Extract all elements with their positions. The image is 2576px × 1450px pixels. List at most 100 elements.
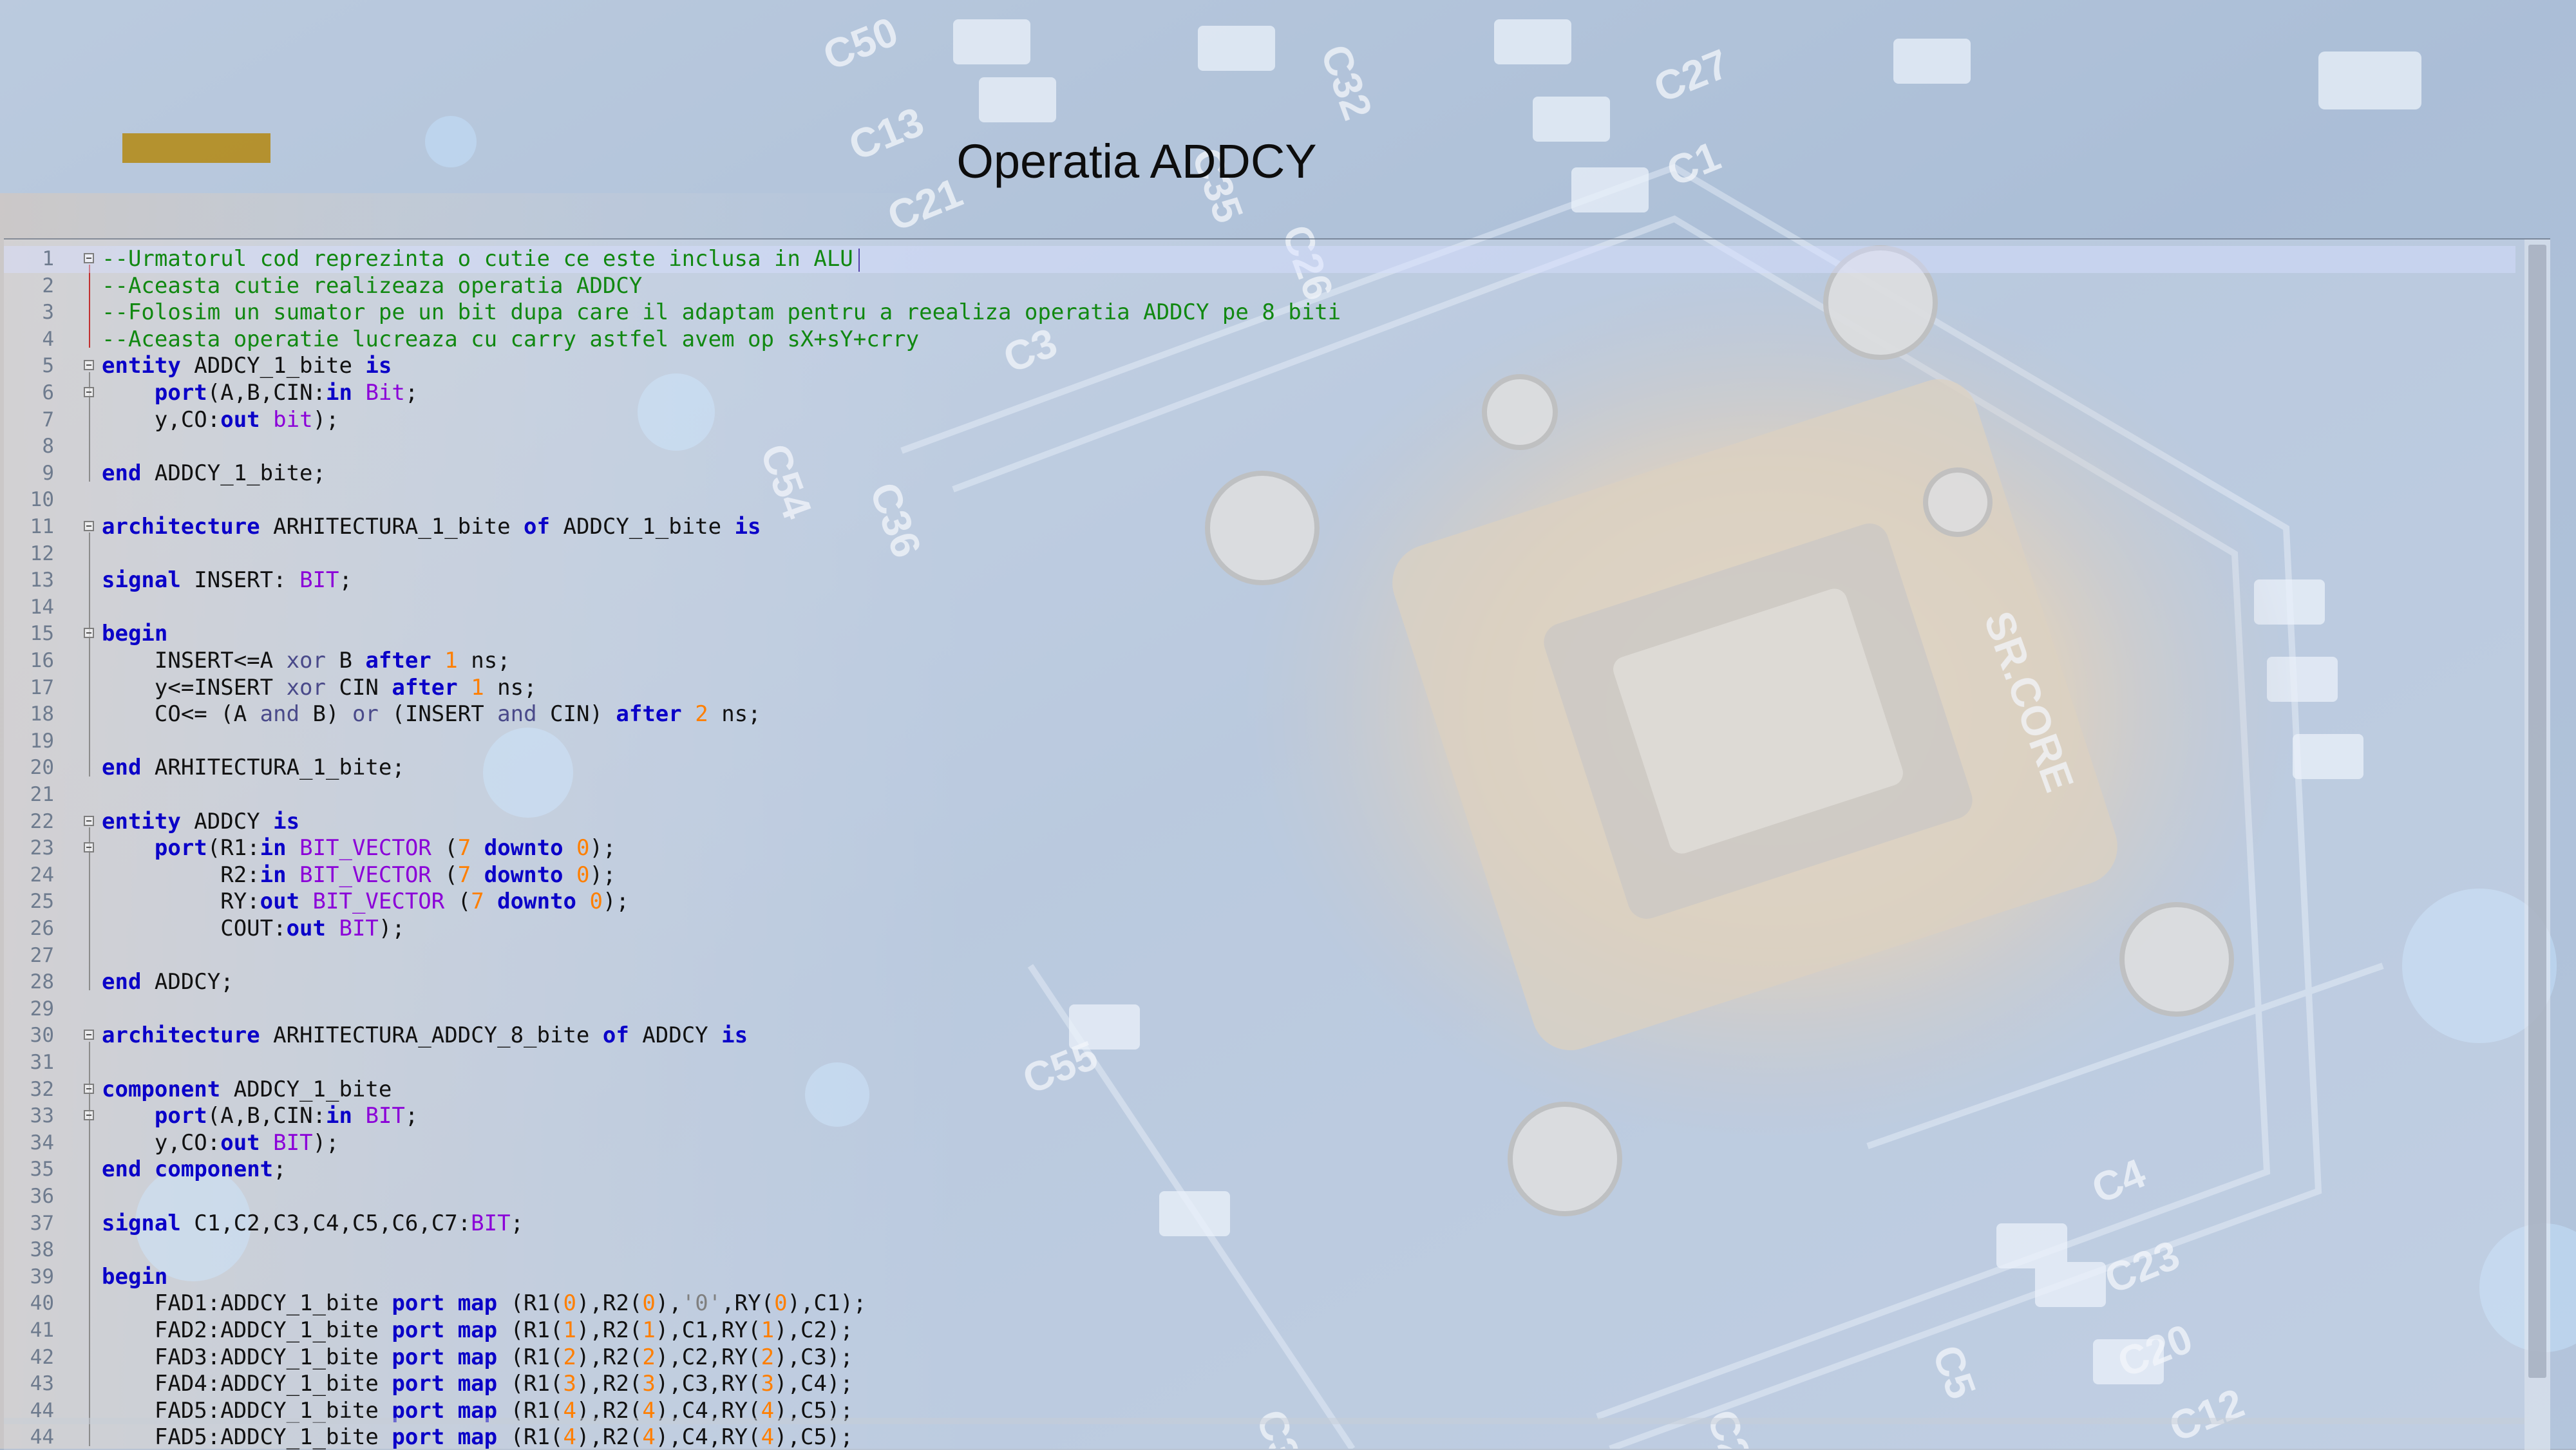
- line-number: 20: [30, 756, 54, 780]
- code-editor[interactable]: 1 --Urmatorul cod reprezinta o cutie ce e…: [4, 238, 2550, 1450]
- code-text: y,CO:out BIT);: [102, 1130, 339, 1157]
- fold-toggle-icon[interactable]: [84, 1110, 94, 1121]
- fold-toggle-icon[interactable]: [84, 628, 94, 639]
- code-line[interactable]: 41 FAD2:ADDCY_1_bite port map (R1(1),R2(…: [4, 1317, 2515, 1344]
- code-token-plain: ADDCY: [180, 808, 274, 834]
- code-line[interactable]: 32 component ADDCY_1_bite: [4, 1077, 2515, 1104]
- code-line[interactable]: 38: [4, 1237, 2515, 1264]
- code-line[interactable]: 3 --Folosim un sumator pe un bit dupa car…: [4, 299, 2515, 326]
- code-line[interactable]: 34 y,CO:out BIT);: [4, 1130, 2515, 1157]
- code-line[interactable]: 14: [4, 594, 2515, 621]
- code-line[interactable]: 1 --Urmatorul cod reprezinta o cutie ce e…: [4, 246, 2515, 273]
- code-token-plain: ),C3,RY(: [655, 1371, 761, 1397]
- code-token-plain: ),C4,RY(: [655, 1424, 761, 1450]
- code-token-plain: ),C1);: [787, 1290, 867, 1317]
- code-line[interactable]: 43 FAD4:ADDCY_1_bite port map (R1(3),R2(…: [4, 1371, 2515, 1398]
- code-token-plain: (A,B,CIN:: [207, 1103, 327, 1129]
- code-token-plain: FAD5:ADDCY_1_bite: [102, 1424, 392, 1450]
- code-token-keyword: of: [602, 1022, 629, 1049]
- code-line[interactable]: 25 RY:out BIT_VECTOR (7 downto 0);: [4, 889, 2515, 916]
- code-token-number: 0: [642, 1290, 656, 1317]
- line-number: 33: [30, 1104, 54, 1128]
- fold-toggle-icon[interactable]: [84, 387, 94, 397]
- code-line[interactable]: 15 begin: [4, 621, 2515, 648]
- code-token-keyword: end: [102, 755, 142, 781]
- code-line[interactable]: 35 end component;: [4, 1156, 2515, 1183]
- code-line[interactable]: 28 end ADDCY;: [4, 969, 2515, 996]
- code-line[interactable]: 20 end ARHITECTURA_1_bite;: [4, 755, 2515, 782]
- line-number: 5: [42, 354, 54, 378]
- code-line[interactable]: 21: [4, 782, 2515, 809]
- scrollbar-thumb[interactable]: [2528, 245, 2546, 1378]
- code-line[interactable]: 18 CO<= (A and B) or (INSERT and CIN) af…: [4, 701, 2515, 728]
- code-line[interactable]: 22 entity ADDCY is: [4, 809, 2515, 836]
- code-token-plain: FAD1:ADDCY_1_bite: [102, 1290, 392, 1317]
- code-line[interactable]: 6 port(A,B,CIN:in Bit;: [4, 380, 2515, 407]
- code-line[interactable]: 2 --Aceasta cutie realizeaza operatia ADD…: [4, 273, 2515, 300]
- code-line[interactable]: 42 FAD3:ADDCY_1_bite port map (R1(2),R2(…: [4, 1344, 2515, 1371]
- code-token-keyword: port map: [392, 1344, 498, 1370]
- code-text: y<=INSERT xor CIN after 1 ns;: [102, 675, 537, 702]
- code-line[interactable]: 44 FAD5:ADDCY_1_bite port map (R1(4),R2(…: [4, 1424, 2515, 1450]
- fold-toggle-icon[interactable]: [84, 521, 94, 531]
- code-line[interactable]: 27: [4, 943, 2515, 970]
- code-line[interactable]: 16 INSERT<=A xor B after 1 ns;: [4, 648, 2515, 675]
- fold-toggle-icon[interactable]: [84, 1083, 94, 1094]
- code-token-plain: ns;: [484, 674, 537, 701]
- code-token-keyword: out: [260, 889, 300, 915]
- code-line[interactable]: 4 --Aceasta operatie lucreaza cu carry as…: [4, 326, 2515, 353]
- code-line[interactable]: 12: [4, 541, 2515, 568]
- code-token-type: BIT: [273, 1129, 313, 1156]
- code-line[interactable]: 8: [4, 433, 2515, 460]
- code-token-plain: (R1(: [497, 1424, 564, 1450]
- code-token-plain: (: [431, 835, 458, 862]
- code-token-plain: B: [326, 648, 366, 673]
- code-line[interactable]: 31: [4, 1050, 2515, 1077]
- code-line[interactable]: 5 entity ADDCY_1_bite is: [4, 353, 2515, 380]
- code-text: end component;: [102, 1156, 287, 1183]
- text-cursor: [858, 248, 860, 272]
- fold-toggle-icon[interactable]: [84, 253, 94, 263]
- vertical-scrollbar[interactable]: [2524, 240, 2550, 1450]
- code-text: RY:out BIT_VECTOR (7 downto 0);: [102, 889, 629, 916]
- code-line[interactable]: 19: [4, 728, 2515, 755]
- fold-toggle-icon[interactable]: [84, 1030, 94, 1040]
- line-number: 25: [30, 890, 54, 914]
- code-token-keyword: begin: [102, 1263, 168, 1290]
- code-line[interactable]: 36: [4, 1183, 2515, 1210]
- code-line[interactable]: 37 signal C1,C2,C3,C4,C5,C6,C7:BIT;: [4, 1210, 2515, 1238]
- line-number: 17: [30, 675, 54, 699]
- line-number: 8: [42, 435, 54, 458]
- code-line[interactable]: 11 architecture ARHITECTURA_1_bite of ADD…: [4, 514, 2515, 541]
- code-token-type: BIT: [339, 916, 379, 941]
- code-line[interactable]: 30 architecture ARHITECTURA_ADDCY_8_bite …: [4, 1022, 2515, 1050]
- code-line[interactable]: 7 y,CO:out bit);: [4, 407, 2515, 434]
- code-token-keyword: is: [365, 353, 392, 379]
- code-line[interactable]: 33 port(A,B,CIN:in BIT;: [4, 1103, 2515, 1130]
- code-line[interactable]: 10: [4, 487, 2515, 514]
- code-line[interactable]: 13 signal INSERT: BIT;: [4, 567, 2515, 594]
- line-number: 19: [30, 729, 54, 753]
- code-line[interactable]: 17 y<=INSERT xor CIN after 1 ns;: [4, 675, 2515, 702]
- code-token-keyword: in: [260, 835, 287, 862]
- line-number: 43: [30, 1372, 54, 1396]
- code-line[interactable]: 40 FAD1:ADDCY_1_bite port map (R1(0),R2(…: [4, 1290, 2515, 1317]
- code-line[interactable]: 9 end ADDCY_1_bite;: [4, 460, 2515, 487]
- code-line[interactable]: 24 R2:in BIT_VECTOR (7 downto 0);: [4, 862, 2515, 889]
- horizontal-scrollbar[interactable]: [4, 1418, 2524, 1424]
- line-number: 39: [30, 1265, 54, 1288]
- fold-toggle-icon[interactable]: [84, 842, 94, 853]
- line-number: 41: [30, 1319, 54, 1342]
- fold-toggle-icon[interactable]: [84, 360, 94, 371]
- code-token-plain: (R1(: [497, 1371, 564, 1397]
- code-line[interactable]: 26 COUT:out BIT);: [4, 916, 2515, 943]
- fold-toggle-icon[interactable]: [84, 815, 94, 826]
- code-token-plain: INSERT:: [180, 567, 300, 594]
- code-line[interactable]: 29: [4, 996, 2515, 1023]
- code-token-type: BIT: [299, 567, 339, 594]
- code-line[interactable]: 39 begin: [4, 1264, 2515, 1291]
- code-token-keyword: is: [734, 514, 761, 540]
- code-line[interactable]: 23 port(R1:in BIT_VECTOR (7 downto 0);: [4, 835, 2515, 862]
